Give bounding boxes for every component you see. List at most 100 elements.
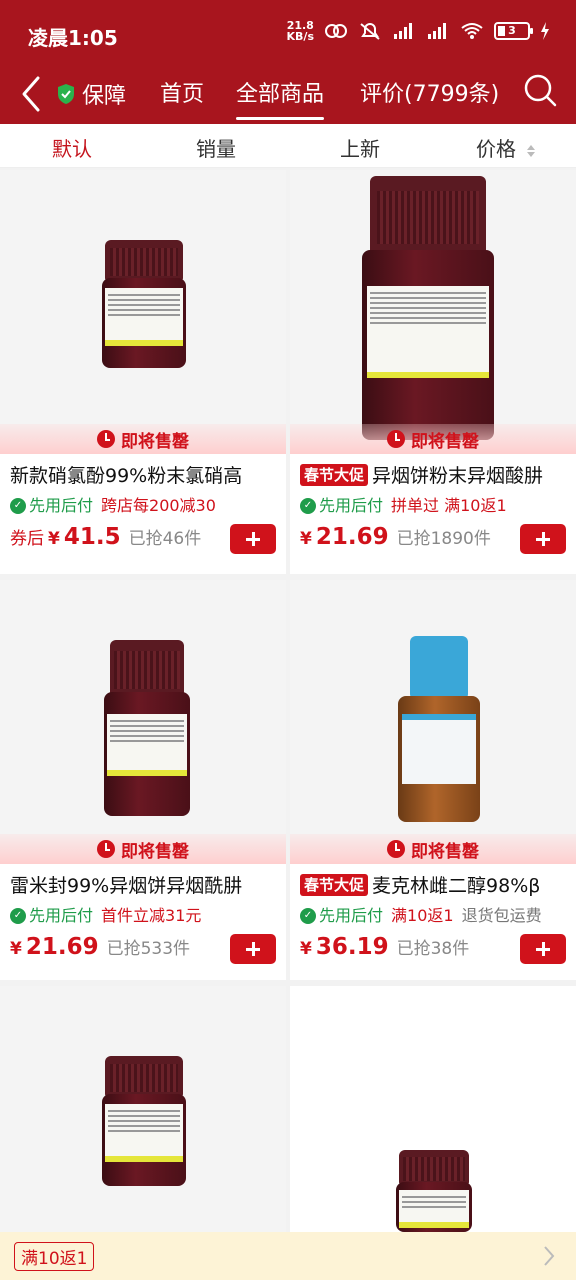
selling-out-label: 即将售罄: [121, 841, 189, 862]
bottle-image: [362, 176, 494, 440]
add-to-cart-button[interactable]: [230, 524, 276, 554]
product-card[interactable]: [290, 986, 576, 1232]
product-image: 即将售罄: [290, 170, 576, 454]
wifi-icon: [461, 23, 483, 39]
add-to-cart-button[interactable]: [230, 934, 276, 964]
signal-hd-icon: [428, 23, 446, 39]
product-grid: 即将售罄 新款硝氯酚99%粉末氯硝高 ✓ 先用后付 跨店每200减30 券后 ¥ …: [0, 170, 576, 1232]
price-bar: 券后 ¥ 41.5 已抢46件: [0, 520, 286, 564]
sold-count: 已抢46件: [128, 529, 202, 549]
battery-level: 3: [508, 24, 516, 37]
pay-later-tag: ✓ 先用后付: [300, 902, 383, 930]
sort-price-label: 价格: [476, 137, 516, 161]
product-title: 新款硝氯酚99%粉末氯硝高: [0, 454, 286, 490]
product-title-text: 新款硝氯酚99%粉末氯硝高: [10, 465, 243, 487]
product-card[interactable]: [0, 986, 286, 1232]
selling-out-label: 即将售罄: [121, 431, 189, 452]
product-title-text: 异烟饼粉末异烟酸肼: [372, 465, 544, 487]
tab-reviews[interactable]: 评价(7799条): [360, 76, 499, 108]
pay-later-label: 先用后付: [319, 496, 384, 515]
hotspot-icon: [325, 24, 347, 38]
promo-badge: 春节大促: [300, 464, 369, 486]
discount-tag: 跨店每200减30: [101, 496, 216, 515]
selling-out-banner: 即将售罄: [290, 834, 576, 864]
sold-count: 已抢38件: [396, 939, 470, 959]
tab-home[interactable]: 首页: [160, 76, 204, 108]
status-bar: 凌晨1:05 21.8 KB/s 3: [0, 0, 576, 66]
product-card[interactable]: 即将售罄 春节大促 麦克林雌二醇98%β ✓ 先用后付 满10返1 退货包运费 ¥ …: [290, 580, 576, 980]
product-image: 即将售罄: [0, 170, 286, 454]
add-to-cart-button[interactable]: [520, 524, 566, 554]
currency-symbol: ¥: [300, 939, 312, 959]
guarantee-link[interactable]: 保障: [56, 78, 126, 110]
product-title-text: 雷米封99%异烟饼异烟酰肼: [10, 875, 243, 897]
add-to-cart-button[interactable]: [520, 934, 566, 964]
product-image: 即将售罄: [0, 580, 286, 864]
currency-symbol: ¥: [300, 529, 312, 549]
pay-later-icon: ✓: [10, 498, 26, 514]
price-value: 21.69: [315, 524, 389, 550]
promo-badge: 春节大促: [300, 874, 369, 896]
clock-icon: [387, 840, 405, 858]
guarantee-label: 保障: [82, 84, 127, 109]
price-bar: ¥ 36.19 已抢38件: [290, 930, 576, 974]
product-title: 雷米封99%异烟饼异烟酰肼: [0, 864, 286, 900]
free-return-tag: 退货包运费: [461, 906, 542, 925]
bottle-image: [398, 636, 480, 826]
battery-icon: 3: [494, 22, 533, 40]
sort-price[interactable]: 价格: [476, 133, 536, 162]
signal-icon: [394, 23, 412, 39]
bottle-image: [102, 1056, 186, 1186]
pay-later-label: 先用后付: [319, 906, 384, 925]
bottom-promo-bar[interactable]: 满10返1: [0, 1232, 576, 1280]
search-icon[interactable]: [522, 72, 558, 108]
status-time: 凌晨1:05: [28, 26, 118, 50]
product-title-text: 麦克林雌二醇98%β: [372, 875, 541, 897]
discount-tag: 拼单过 满10返1: [391, 496, 507, 515]
coupon-chip[interactable]: 满10返1: [14, 1241, 95, 1271]
top-nav: 保障 首页 全部商品 评价(7799条): [0, 66, 576, 122]
tab-all-products[interactable]: 全部商品: [236, 76, 325, 120]
product-tags: ✓ 先用后付 首件立减31元: [0, 900, 286, 930]
shield-check-icon: [58, 84, 74, 104]
product-image: [0, 986, 286, 1232]
sort-bar: 默认 销量 上新 价格: [0, 124, 576, 168]
bottle-image: [104, 640, 190, 816]
product-card[interactable]: 即将售罄 雷米封99%异烟饼异烟酰肼 ✓ 先用后付 首件立减31元 ¥ 21.69…: [0, 580, 286, 980]
price-value: 21.69: [25, 934, 99, 960]
pay-later-icon: ✓: [300, 908, 316, 924]
product-card[interactable]: 即将售罄 春节大促 异烟饼粉末异烟酸肼 ✓ 先用后付 拼单过 满10返1 ¥ 21.…: [290, 170, 576, 574]
selling-out-banner: 即将售罄: [0, 424, 286, 454]
selling-out-label: 即将售罄: [411, 841, 479, 862]
selling-out-label: 即将售罄: [411, 431, 479, 452]
bottle-image: [102, 240, 186, 368]
sort-new[interactable]: 上新: [340, 133, 380, 162]
status-icons: 21.8 KB/s 3: [287, 20, 550, 42]
pay-later-tag: ✓ 先用后付: [300, 492, 383, 520]
product-tags: ✓ 先用后付 满10返1 退货包运费: [290, 900, 576, 930]
product-title: 春节大促 麦克林雌二醇98%β: [290, 864, 576, 900]
bottle-image: [396, 1150, 472, 1232]
product-image: 即将售罄: [290, 580, 576, 864]
chevron-left-icon: [22, 76, 40, 112]
back-button[interactable]: [14, 74, 48, 114]
price-value: 41.5: [63, 524, 121, 550]
price-bar: ¥ 21.69 已抢1890件: [290, 520, 576, 564]
net-speed-unit: KB/s: [286, 30, 314, 43]
sort-sales[interactable]: 销量: [196, 133, 236, 162]
sort-arrows-icon: [527, 144, 536, 157]
discount-tag: 首件立减31元: [101, 906, 202, 925]
clock-icon: [97, 430, 115, 448]
product-card[interactable]: 即将售罄 新款硝氯酚99%粉末氯硝高 ✓ 先用后付 跨店每200减30 券后 ¥ …: [0, 170, 286, 574]
net-speed: 21.8 KB/s: [287, 20, 314, 42]
currency-symbol: ¥: [48, 529, 60, 549]
sold-count: 已抢533件: [106, 939, 191, 959]
selling-out-banner: 即将售罄: [0, 834, 286, 864]
charging-icon: [541, 22, 549, 40]
price-value: 36.19: [315, 934, 389, 960]
sort-default[interactable]: 默认: [52, 133, 92, 162]
selling-out-banner: 即将售罄: [290, 424, 576, 454]
product-title: 春节大促 异烟饼粉末异烟酸肼: [290, 454, 576, 490]
pay-later-label: 先用后付: [29, 906, 94, 925]
pay-later-tag: ✓ 先用后付: [10, 902, 93, 930]
